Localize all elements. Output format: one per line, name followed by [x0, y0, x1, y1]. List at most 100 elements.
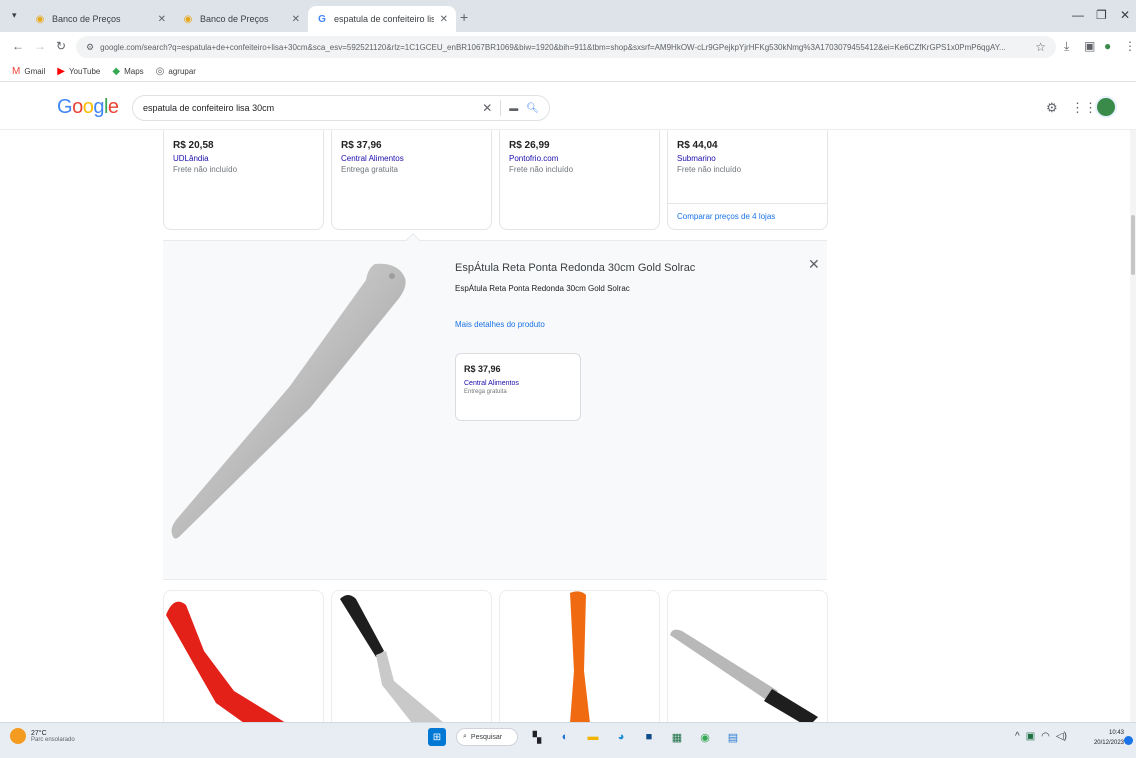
offer-price: R$ 37,96	[341, 140, 382, 151]
chevron-up-icon[interactable]: ^	[1015, 731, 1020, 742]
site-info-icon[interactable]: ⚙	[86, 42, 94, 53]
close-icon[interactable]: ✕	[158, 14, 166, 25]
bookmark-maps[interactable]: ◆ Maps	[112, 66, 143, 77]
bookmarks-bar: M Gmail ▶ YouTube ◆ Maps ◎ agrupar	[0, 62, 1136, 82]
edge-icon[interactable]: ◕	[612, 728, 630, 746]
bookmark-gmail[interactable]: M Gmail	[12, 66, 45, 77]
offer-store[interactable]: Pontofrio.com	[509, 154, 650, 163]
address-bar[interactable]: ⚙ google.com/search?q=espatula+de+confei…	[76, 36, 1056, 58]
product-image[interactable]	[170, 258, 420, 548]
tab-banco-precos-1[interactable]: ◉ Banco de Preços ✕	[26, 6, 174, 32]
forward-icon[interactable]: →	[34, 39, 46, 53]
sun-icon	[10, 728, 26, 744]
settings-icon[interactable]: ⚙	[1046, 100, 1058, 116]
clock-date: 20/12/2023	[1093, 740, 1124, 746]
scrollbar-thumb[interactable]	[1131, 215, 1135, 275]
divider	[500, 100, 502, 116]
chrome-icon[interactable]: ◉	[696, 728, 714, 746]
product-title: EspÁtula Reta Ponta Redonda 30cm Gold So…	[455, 262, 696, 274]
minimize-icon[interactable]: —	[1072, 8, 1084, 22]
network-icon[interactable]: ▣	[1026, 731, 1035, 742]
profile-icon[interactable]: ●	[1104, 39, 1111, 53]
product-tile[interactable]	[667, 590, 828, 722]
offer-store[interactable]: Submarino	[677, 154, 818, 163]
google-icon: G	[318, 13, 326, 25]
taskbar-search[interactable]: ⌕ Pesquisar	[456, 728, 518, 746]
product-tile[interactable]	[499, 590, 660, 722]
offer-store[interactable]: Central Alimentos	[341, 154, 482, 163]
new-tab-icon[interactable]: +	[460, 9, 468, 25]
back-icon[interactable]: ←	[12, 39, 24, 53]
apps-grid-icon[interactable]: ⋮⋮	[1071, 100, 1097, 116]
keyboard-icon[interactable]: ▬	[509, 103, 518, 113]
close-icon[interactable]: ✕	[292, 14, 300, 25]
offer-shipping: Frete não incluído	[173, 165, 238, 174]
volume-icon[interactable]: ◁)	[1056, 731, 1067, 742]
system-tray: ^ ▣ ◠ ◁)	[1015, 731, 1067, 742]
system-clock[interactable]: 10:43 20/12/2023	[1080, 728, 1124, 748]
bookmark-label: agrupar	[168, 67, 196, 76]
globe-icon: ◉	[35, 13, 45, 25]
offer-shipping: Frete não incluído	[677, 165, 742, 174]
bookmark-label: YouTube	[68, 67, 101, 76]
search-icon[interactable]: 🔍︎	[526, 103, 539, 114]
search-box[interactable]: espatula de confeiteiro lisa 30cm ✕ ▬ 🔍︎	[132, 95, 550, 121]
tab-google-search[interactable]: G espatula de confeiteiro lisa 30c ✕	[308, 6, 456, 32]
weather-widget[interactable]: 27°C Parc ensolarado	[10, 728, 75, 744]
offer-price: R$ 20,58	[173, 140, 214, 151]
product-details-link[interactable]: Mais detalhes do produto	[455, 320, 545, 329]
windows-start-icon[interactable]: ⊞	[428, 728, 446, 746]
chat-icon[interactable]: ◐	[556, 728, 574, 746]
excel-icon[interactable]: ▦	[668, 728, 686, 746]
sidepanel-icon[interactable]: ▣	[1084, 39, 1095, 53]
tab-title: espatula de confeiteiro lisa 30c	[334, 14, 434, 24]
gmail-icon: M	[12, 66, 21, 77]
clock-time: 10:43	[1108, 730, 1124, 736]
clear-icon[interactable]: ✕	[482, 101, 492, 115]
download-icon[interactable]: ⤓	[1064, 39, 1069, 54]
offer-card[interactable]: R$ 37,96 Central Alimentos Entrega gratu…	[331, 130, 492, 230]
tab-title: Banco de Preços	[52, 14, 121, 24]
offer-shipping: Entrega gratuita	[464, 389, 507, 395]
offer-shipping: Frete não incluído	[509, 165, 574, 174]
tab-title: Banco de Preços	[200, 14, 269, 24]
offer-card[interactable]: R$ 44,04 Submarino Frete não incluído Co…	[667, 130, 828, 230]
search-input[interactable]: espatula de confeiteiro lisa 30cm	[143, 103, 482, 113]
compare-prices-link[interactable]: Comparar preços de 4 lojas	[668, 203, 827, 229]
tab-banco-precos-2[interactable]: ◉ Banco de Preços ✕	[174, 6, 308, 32]
file-explorer-icon[interactable]: ▬	[584, 728, 602, 746]
wifi-icon[interactable]: ◠	[1041, 731, 1050, 742]
product-tile[interactable]	[163, 590, 324, 722]
search-icon: ⌕	[463, 733, 467, 740]
document-icon[interactable]: ▤	[724, 728, 742, 746]
menu-icon[interactable]: ⋮	[1124, 39, 1136, 53]
tab-search-icon[interactable]: ▾	[12, 10, 17, 21]
maps-icon: ◆	[112, 66, 121, 77]
bookmark-youtube[interactable]: ▶ YouTube	[57, 66, 100, 77]
offer-card[interactable]: R$ 26,99 Pontofrio.com Frete não incluíd…	[499, 130, 660, 230]
product-tile[interactable]	[331, 590, 492, 722]
globe-icon: ◎	[155, 66, 165, 77]
close-icon[interactable]: ✕	[440, 14, 448, 25]
avatar[interactable]	[1095, 96, 1117, 118]
bookmark-agrupar[interactable]: ◎ agrupar	[156, 66, 196, 77]
restore-icon[interactable]: ❐	[1096, 8, 1107, 22]
bookmark-star-icon[interactable]: ☆	[1035, 40, 1046, 54]
detail-offer-card[interactable]: R$ 37,96 Central Alimentos Entrega gratu…	[455, 353, 581, 421]
globe-icon: ◉	[183, 13, 193, 25]
offer-card[interactable]: R$ 20,58 UDLândia Frete não incluído	[163, 130, 324, 230]
store-icon[interactable]: ■	[640, 728, 658, 746]
product-image	[670, 629, 818, 722]
taskbar-search-label: Pesquisar	[470, 733, 503, 741]
offer-store[interactable]: Central Alimentos	[464, 380, 572, 387]
taskbar-apps: ⊞ ⌕ Pesquisar ▚ ◐ ▬ ◕ ■ ▦ ◉ ▤	[428, 728, 752, 746]
google-logo[interactable]: Google	[57, 96, 119, 119]
close-icon[interactable]: ✕	[808, 256, 820, 273]
product-image	[340, 595, 443, 722]
notification-icon[interactable]	[1124, 736, 1133, 745]
reload-icon[interactable]: ↻	[56, 39, 66, 53]
offer-store[interactable]: UDLândia	[173, 154, 314, 163]
task-view-icon[interactable]: ▚	[528, 728, 546, 746]
product-subtitle: EspÁtula Reta Ponta Redonda 30cm Gold So…	[455, 284, 630, 293]
close-window-icon[interactable]: ✕	[1120, 8, 1130, 22]
